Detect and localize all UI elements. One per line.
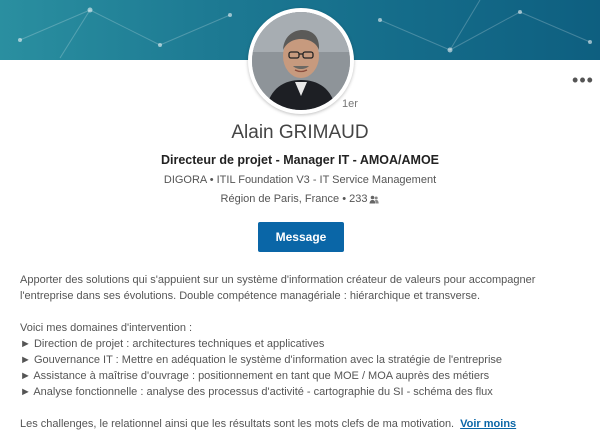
see-less-link[interactable]: Voir moins: [460, 418, 516, 430]
avatar-frame: [248, 8, 354, 114]
connection-degree: 1er: [342, 98, 358, 110]
profile-company-line: DIGORA • ITIL Foundation V3 - IT Service…: [163, 174, 437, 186]
domains-intro: Voici mes domaines d'intervention :: [20, 322, 193, 334]
summary-line: Apporter des solutions qui s'appuient su…: [20, 274, 536, 286]
list-item: ► Direction de projet : architectures te…: [20, 338, 325, 350]
profile-headline: Directeur de projet - Manager IT - AMOA/…: [160, 153, 440, 167]
location-text: Région de Paris, France: [220, 193, 340, 205]
closing-text: Les challenges, le relationnel ainsi que…: [20, 418, 455, 430]
list-item: ► Gouvernance IT : Mettre en adéquation …: [20, 354, 503, 366]
connections-count[interactable]: 233: [349, 193, 367, 205]
avatar-photo: [252, 12, 350, 110]
profile-location-line: Région de Paris, France • 233: [0, 193, 600, 207]
message-button[interactable]: Message: [258, 222, 344, 252]
list-item: ► Analyse fonctionnelle : analyse des pr…: [20, 386, 493, 398]
list-item: ► Assistance à maîtrise d'ouvrage : posi…: [20, 370, 490, 382]
avatar[interactable]: [252, 12, 350, 110]
people-icon: [369, 195, 380, 207]
separator: •: [339, 193, 350, 205]
profile-name: Alain GRIMAUD: [231, 122, 369, 143]
summary-line: l'entreprise dans ses évolutions. Double…: [20, 290, 481, 302]
more-options-button[interactable]: •••: [572, 71, 594, 92]
summary-closing-line: Les challenges, le relationnel ainsi que…: [20, 416, 590, 432]
profile-summary: Apporter des solutions qui s'appuient su…: [20, 272, 590, 432]
